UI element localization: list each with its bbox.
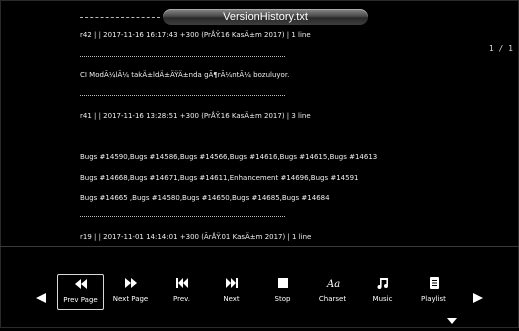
playlist-button[interactable]: Playlist bbox=[410, 274, 457, 310]
prev-page-button[interactable]: Prev Page bbox=[57, 274, 104, 310]
prev-page-label: Prev Page bbox=[63, 296, 98, 304]
stop-label: Stop bbox=[274, 295, 291, 303]
text-separator bbox=[80, 216, 285, 217]
stop-icon bbox=[259, 276, 306, 294]
playlist-label: Playlist bbox=[421, 295, 446, 303]
next-label: Next bbox=[223, 295, 240, 303]
skip-forward-icon bbox=[208, 276, 255, 294]
text-separator bbox=[80, 56, 285, 57]
text-line: CI ModÃ¼lÃ¼ takÄ±ldÄ±ÄŸÄ±nda gÃ¶rÃ¼ntÃ¼ … bbox=[80, 71, 290, 79]
fast-forward-icon bbox=[107, 276, 154, 294]
next-page-button[interactable]: Next Page bbox=[107, 274, 154, 310]
rewind-icon bbox=[58, 277, 103, 295]
text-line: r41 | | 2017-11-16 13:28:51 +300 (PrÅŸ.1… bbox=[80, 112, 311, 120]
font-icon: Aa bbox=[309, 276, 356, 294]
skip-back-icon bbox=[158, 276, 205, 294]
triangle-down-icon bbox=[447, 318, 457, 324]
music-note-icon bbox=[359, 276, 406, 294]
next-page-label: Next Page bbox=[112, 295, 149, 303]
charset-label: Charset bbox=[318, 295, 347, 303]
text-line: r42 | | 2017-11-16 16:17:43 +300 (PrÅŸ.1… bbox=[80, 31, 311, 39]
control-toolbar: Prev Page Next Page Prev. Next Stop Aa C… bbox=[0, 247, 519, 328]
document-icon bbox=[410, 276, 457, 294]
svg-text:Aa: Aa bbox=[326, 279, 340, 290]
music-label: Music bbox=[372, 295, 393, 303]
prev-label: Prev. bbox=[173, 295, 190, 303]
scroll-down-arrow[interactable] bbox=[445, 313, 459, 331]
triangle-left-icon bbox=[36, 293, 46, 303]
scroll-left-arrow[interactable] bbox=[34, 291, 48, 310]
scroll-right-arrow[interactable] bbox=[471, 291, 485, 310]
prev-button[interactable]: Prev. bbox=[158, 274, 205, 310]
next-button[interactable]: Next bbox=[208, 274, 255, 310]
music-button[interactable]: Music bbox=[359, 274, 406, 310]
text-content[interactable]: r42 | | 2017-11-16 16:17:43 +300 (PrÅŸ.1… bbox=[80, 0, 500, 246]
text-line: Bugs #14665 ,Bugs #14580,Bugs #14650,Bug… bbox=[80, 194, 330, 202]
text-line: Bugs #14668,Bugs #14671,Bugs #14611,Enha… bbox=[80, 174, 359, 182]
stop-button[interactable]: Stop bbox=[259, 274, 306, 310]
text-line: Bugs #14590,Bugs #14586,Bugs #14566,Bugs… bbox=[80, 153, 378, 161]
charset-button[interactable]: Aa Charset bbox=[309, 274, 356, 310]
text-line: r19 | | 2017-11-01 14:14:01 +300 (ÃrÅŸ.0… bbox=[80, 233, 312, 241]
text-separator bbox=[80, 95, 285, 96]
triangle-right-icon bbox=[473, 293, 483, 303]
